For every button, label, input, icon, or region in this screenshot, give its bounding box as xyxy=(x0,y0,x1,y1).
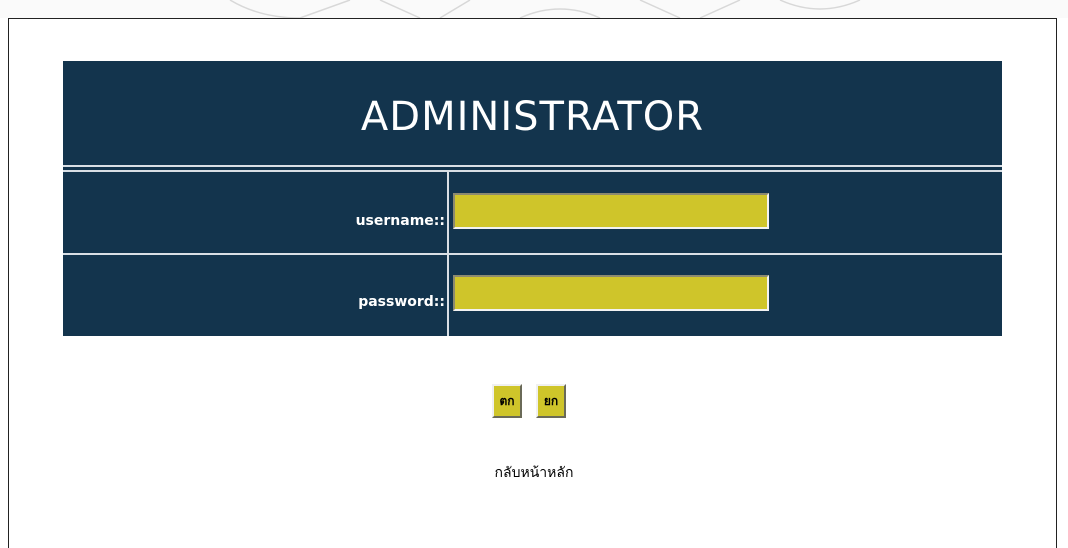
page-title: ADMINISTRATOR xyxy=(360,94,705,140)
password-input[interactable] xyxy=(453,275,769,311)
username-label: username:: xyxy=(355,213,445,229)
password-label: password:: xyxy=(358,294,445,310)
reset-button[interactable]: ยก xyxy=(536,384,566,418)
login-page: ADMINISTRATOR username:: password:: ตก ย… xyxy=(0,0,1068,548)
divider xyxy=(63,253,1002,255)
watermark-strip xyxy=(0,0,1068,18)
login-table: ADMINISTRATOR username:: password:: xyxy=(63,61,1002,336)
column-divider xyxy=(447,170,449,336)
header-cell: ADMINISTRATOR xyxy=(63,61,1002,165)
divider xyxy=(63,170,1002,172)
divider xyxy=(63,165,1002,167)
submit-button[interactable]: ตก xyxy=(492,384,522,418)
username-input[interactable] xyxy=(453,193,769,229)
back-to-home-link[interactable]: กลับหน้าหลัก xyxy=(0,462,1068,484)
